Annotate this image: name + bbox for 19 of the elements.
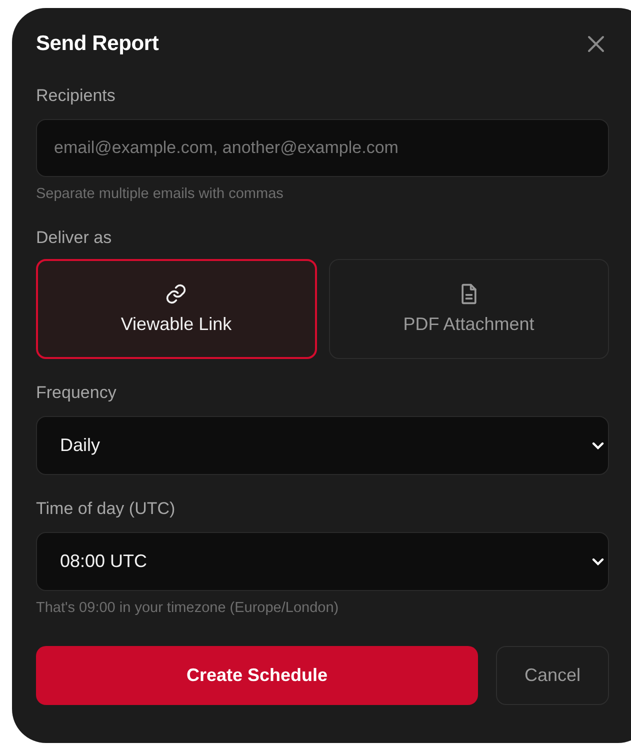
close-icon[interactable]	[587, 35, 605, 53]
field-label: Time of day (UTC)	[36, 499, 176, 519]
frequency-select[interactable]: Daily	[36, 416, 609, 475]
document-icon	[458, 283, 479, 305]
time-select[interactable]: 08:00 UTC	[36, 532, 609, 591]
hint-text: That's 09:00 in your timezone (Europe/London)	[36, 600, 340, 616]
chevron-icon	[592, 442, 604, 450]
field-label: Recipients	[36, 86, 116, 106]
field-label: Deliver as	[36, 228, 113, 248]
dialog-title: Send Report	[36, 32, 159, 56]
delivery-option[interactable]: Viewable Link	[36, 259, 316, 359]
cancel-button[interactable]: Cancel	[496, 646, 609, 705]
delivery-option[interactable]: PDF Attachment	[328, 259, 609, 359]
hint-text: Separate multiple emails with commas	[36, 186, 284, 202]
recipients-field[interactable]: email@example.com, another@example.com	[36, 119, 609, 177]
field-label: Frequency	[36, 383, 118, 403]
link-icon	[165, 283, 188, 305]
create-button[interactable]: Create Schedule	[36, 646, 478, 705]
chevron-icon	[592, 558, 604, 566]
